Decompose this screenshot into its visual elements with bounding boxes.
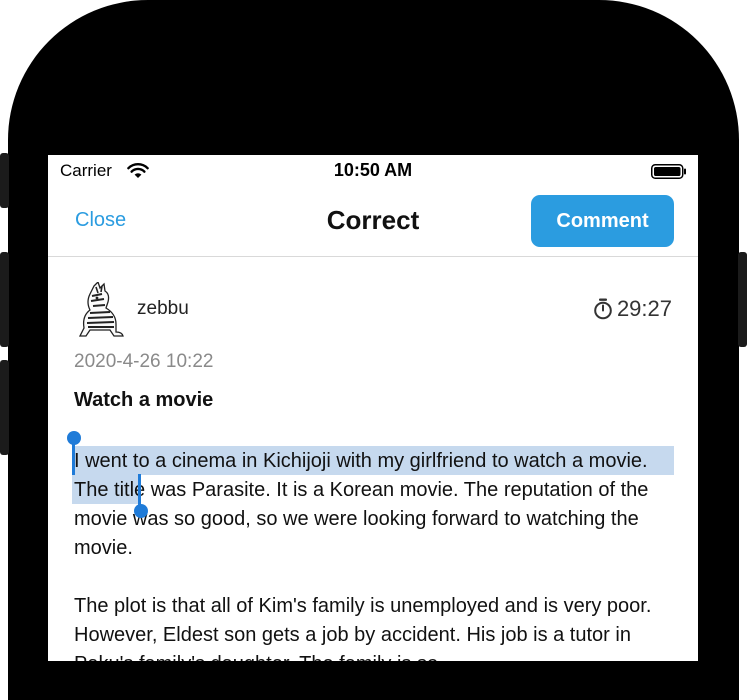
username: zebbu — [137, 298, 189, 319]
mute-switch — [0, 153, 9, 208]
timer: 29:27 — [593, 296, 672, 322]
selection-end-handle[interactable] — [138, 474, 141, 506]
status-time: 10:50 AM — [333, 160, 413, 180]
post-paragraph[interactable]: The plot is that all of Kim's family is … — [74, 592, 674, 661]
timer-value: 29:27 — [616, 296, 672, 321]
selection-start-handle[interactable] — [72, 441, 75, 475]
stopwatch-icon — [594, 298, 612, 320]
comment-button[interactable]: Comment — [531, 195, 674, 247]
post-paragraph[interactable]: I went to a cinema in Kichijoji with my … — [74, 447, 674, 563]
post-date: 2020-4-26 10:22 — [74, 351, 214, 372]
volume-down-button — [0, 360, 9, 455]
power-button — [738, 252, 747, 347]
selection-end-knob[interactable] — [134, 504, 148, 518]
app-screen: Carrier 10:50 AM Close Correct Comment z… — [48, 155, 698, 661]
navigation-bar: Close Correct Comment — [48, 189, 698, 257]
post-title: Watch a movie — [74, 389, 214, 411]
zebra-avatar[interactable] — [76, 282, 124, 338]
volume-up-button — [0, 252, 9, 347]
status-bar: Carrier 10:50 AM — [48, 155, 698, 189]
battery-full-icon — [651, 164, 686, 179]
selection-start-knob[interactable] — [67, 431, 81, 445]
